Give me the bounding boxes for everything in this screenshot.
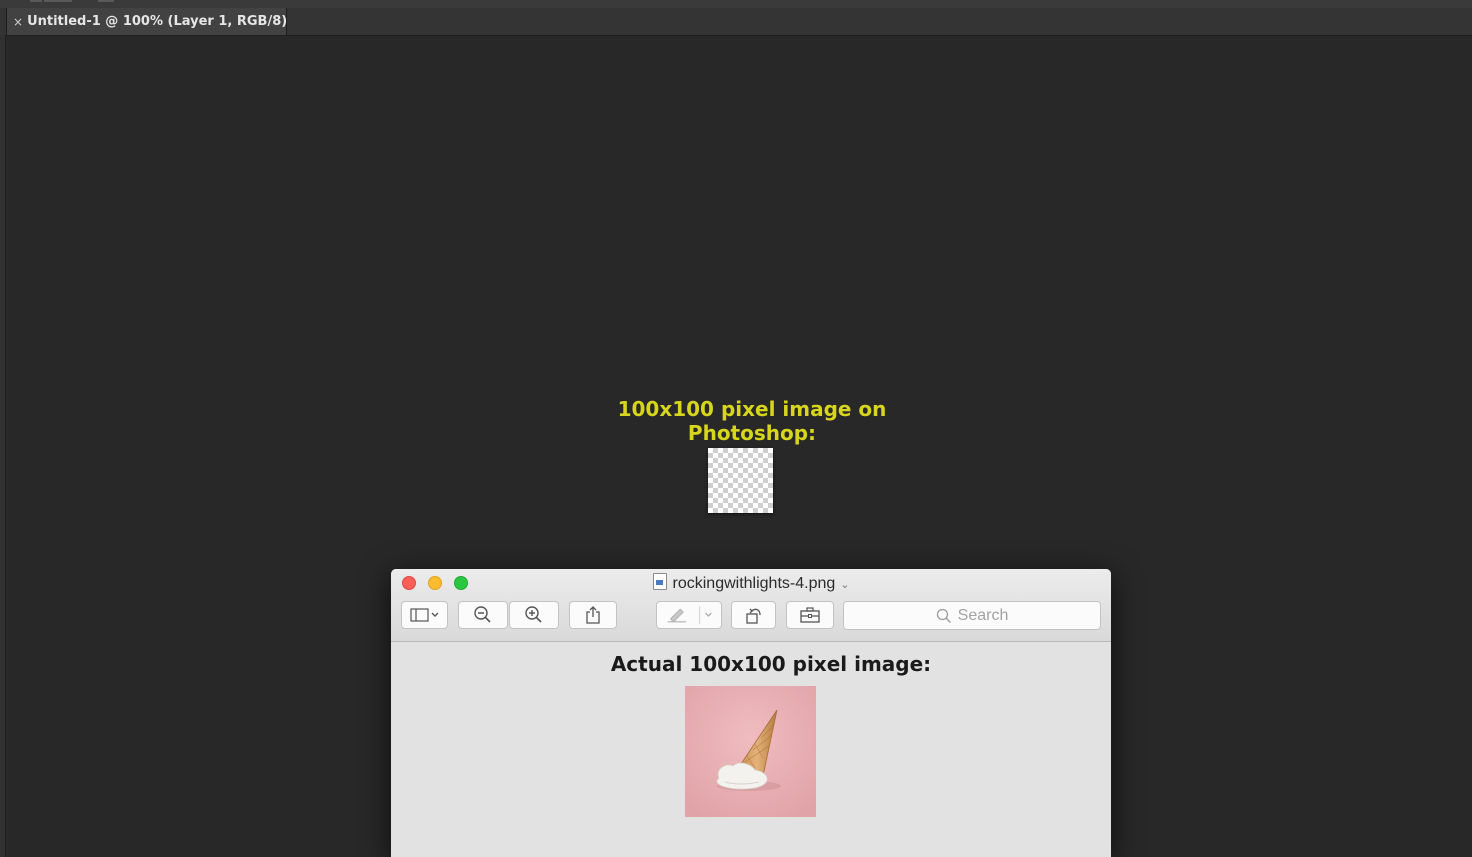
markup-icon	[667, 606, 712, 624]
photoshop-menu-strip	[0, 0, 1472, 8]
document-tab-bar: × Untitled-1 @ 100% (Layer 1, RGB/8)	[0, 8, 1472, 36]
search-field[interactable]: Search	[843, 601, 1101, 630]
window-title[interactable]: rockingwithlights-4.png ⌄	[391, 573, 1111, 593]
transparent-canvas[interactable]	[708, 448, 773, 513]
preview-titlebar: rockingwithlights-4.png ⌄ Search	[391, 569, 1111, 642]
close-tab-icon[interactable]: ×	[13, 15, 23, 29]
document-tab-title: Untitled-1 @ 100% (Layer 1, RGB/8)	[27, 14, 288, 29]
zoom-out-icon	[474, 606, 491, 623]
zoom-in-icon	[525, 606, 542, 623]
ice-cream-cone-image	[685, 686, 816, 817]
share-button[interactable]	[569, 601, 617, 629]
rotate-icon	[745, 608, 761, 624]
zoom-out-button[interactable]	[458, 601, 508, 629]
screen: × Untitled-1 @ 100% (Layer 1, RGB/8) 100…	[0, 0, 1472, 857]
search-icon	[936, 608, 951, 623]
toolbox-icon	[800, 607, 820, 623]
sidebar-view-button[interactable]	[401, 601, 448, 629]
share-icon	[586, 606, 600, 624]
document-icon	[652, 573, 667, 590]
rotate-button[interactable]	[731, 601, 776, 629]
left-panel-edge	[0, 35, 6, 857]
preview-window: rockingwithlights-4.png ⌄ Search Actual …	[391, 569, 1111, 857]
toolbox-button[interactable]	[786, 601, 834, 629]
search-placeholder: Search	[957, 606, 1009, 624]
canvas-caption: 100x100 pixel image on Photoshop:	[617, 397, 887, 445]
sidebar-icon	[409, 608, 438, 622]
preview-content: Actual 100x100 pixel image:	[391, 642, 1111, 857]
markup-button[interactable]	[656, 601, 722, 629]
zoom-in-button[interactable]	[509, 601, 559, 629]
document-tab[interactable]: × Untitled-1 @ 100% (Layer 1, RGB/8)	[6, 8, 287, 35]
chevron-down-icon: ⌄	[840, 579, 850, 591]
ice-cream-cone-photo[interactable]	[685, 686, 816, 817]
window-title-text: rockingwithlights-4.png	[672, 575, 836, 592]
content-heading: Actual 100x100 pixel image:	[610, 652, 932, 676]
